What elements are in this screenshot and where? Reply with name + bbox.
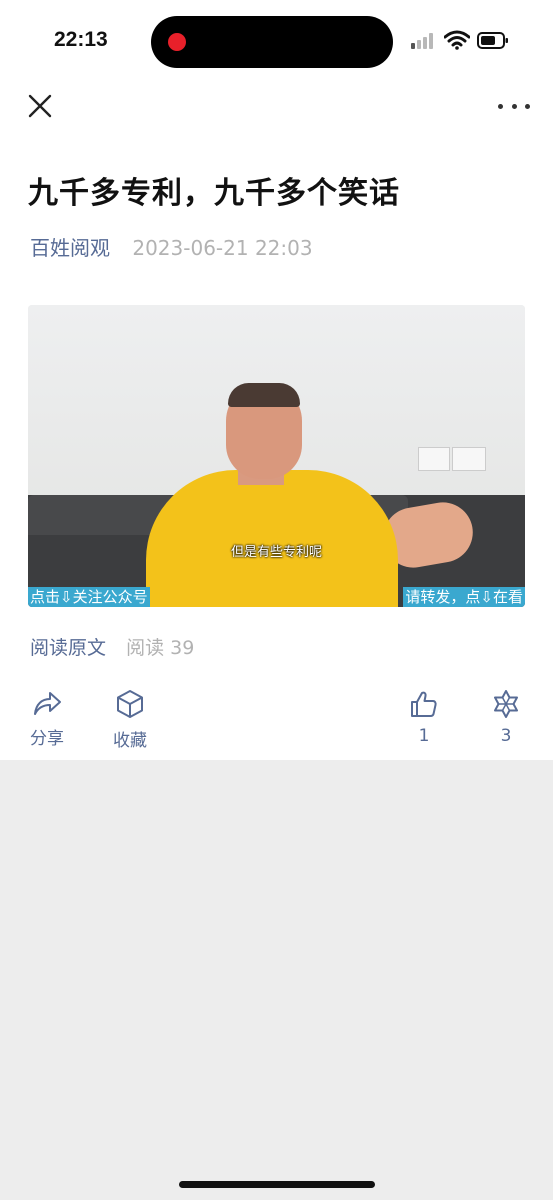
video-subtitle: 但是有些专利呢 (230, 545, 322, 560)
video-player[interactable]: 但是有些专利呢 点击⇩关注公众号 请转发，点⇩在看 (28, 305, 525, 607)
publish-date: 2023-06-21 22:03 (132, 236, 313, 260)
account-name-link[interactable]: 百姓阅观 (30, 236, 110, 260)
read-row: 阅读原文 阅读 39 (30, 633, 194, 660)
wow-count: 3 (500, 726, 512, 746)
wall-socket (418, 447, 450, 471)
wifi-icon (444, 30, 470, 50)
status-time: 22:13 (54, 28, 108, 51)
battery-icon (477, 32, 508, 49)
recording-indicator-icon (168, 33, 186, 51)
wow-star-icon (494, 690, 518, 718)
like-button[interactable]: 1 (404, 688, 444, 746)
cube-icon (117, 690, 143, 718)
share-label: 分享 (30, 729, 64, 749)
follow-banner: 点击⇩关注公众号 (28, 587, 150, 607)
like-count: 1 (418, 726, 430, 746)
share-banner: 请转发，点⇩在看 (403, 587, 525, 607)
video-person-hair (228, 383, 300, 407)
read-count: 阅读 39 (126, 637, 195, 659)
cellular-signal-icon (411, 33, 437, 49)
home-indicator[interactable] (179, 1181, 375, 1188)
more-dot-icon (525, 103, 530, 109)
more-dot-icon (511, 103, 517, 109)
wow-button[interactable]: 3 (486, 688, 526, 746)
video-person-shirt (146, 470, 398, 607)
share-button[interactable]: 分享 (27, 688, 67, 749)
close-icon[interactable] (27, 93, 53, 119)
read-original-link[interactable]: 阅读原文 (30, 637, 106, 659)
wall-socket (452, 447, 486, 471)
favorite-button[interactable]: 收藏 (110, 688, 150, 751)
favorite-label: 收藏 (113, 731, 147, 751)
thumbs-up-icon (411, 691, 437, 717)
more-dot-icon (498, 103, 503, 109)
dynamic-island (151, 16, 393, 68)
article-meta: 百姓阅观 2023-06-21 22:03 (30, 232, 313, 261)
share-icon (34, 692, 61, 715)
more-options-button[interactable] (498, 96, 530, 116)
article-title: 九千多专利，九千多个笑话 (28, 176, 400, 211)
